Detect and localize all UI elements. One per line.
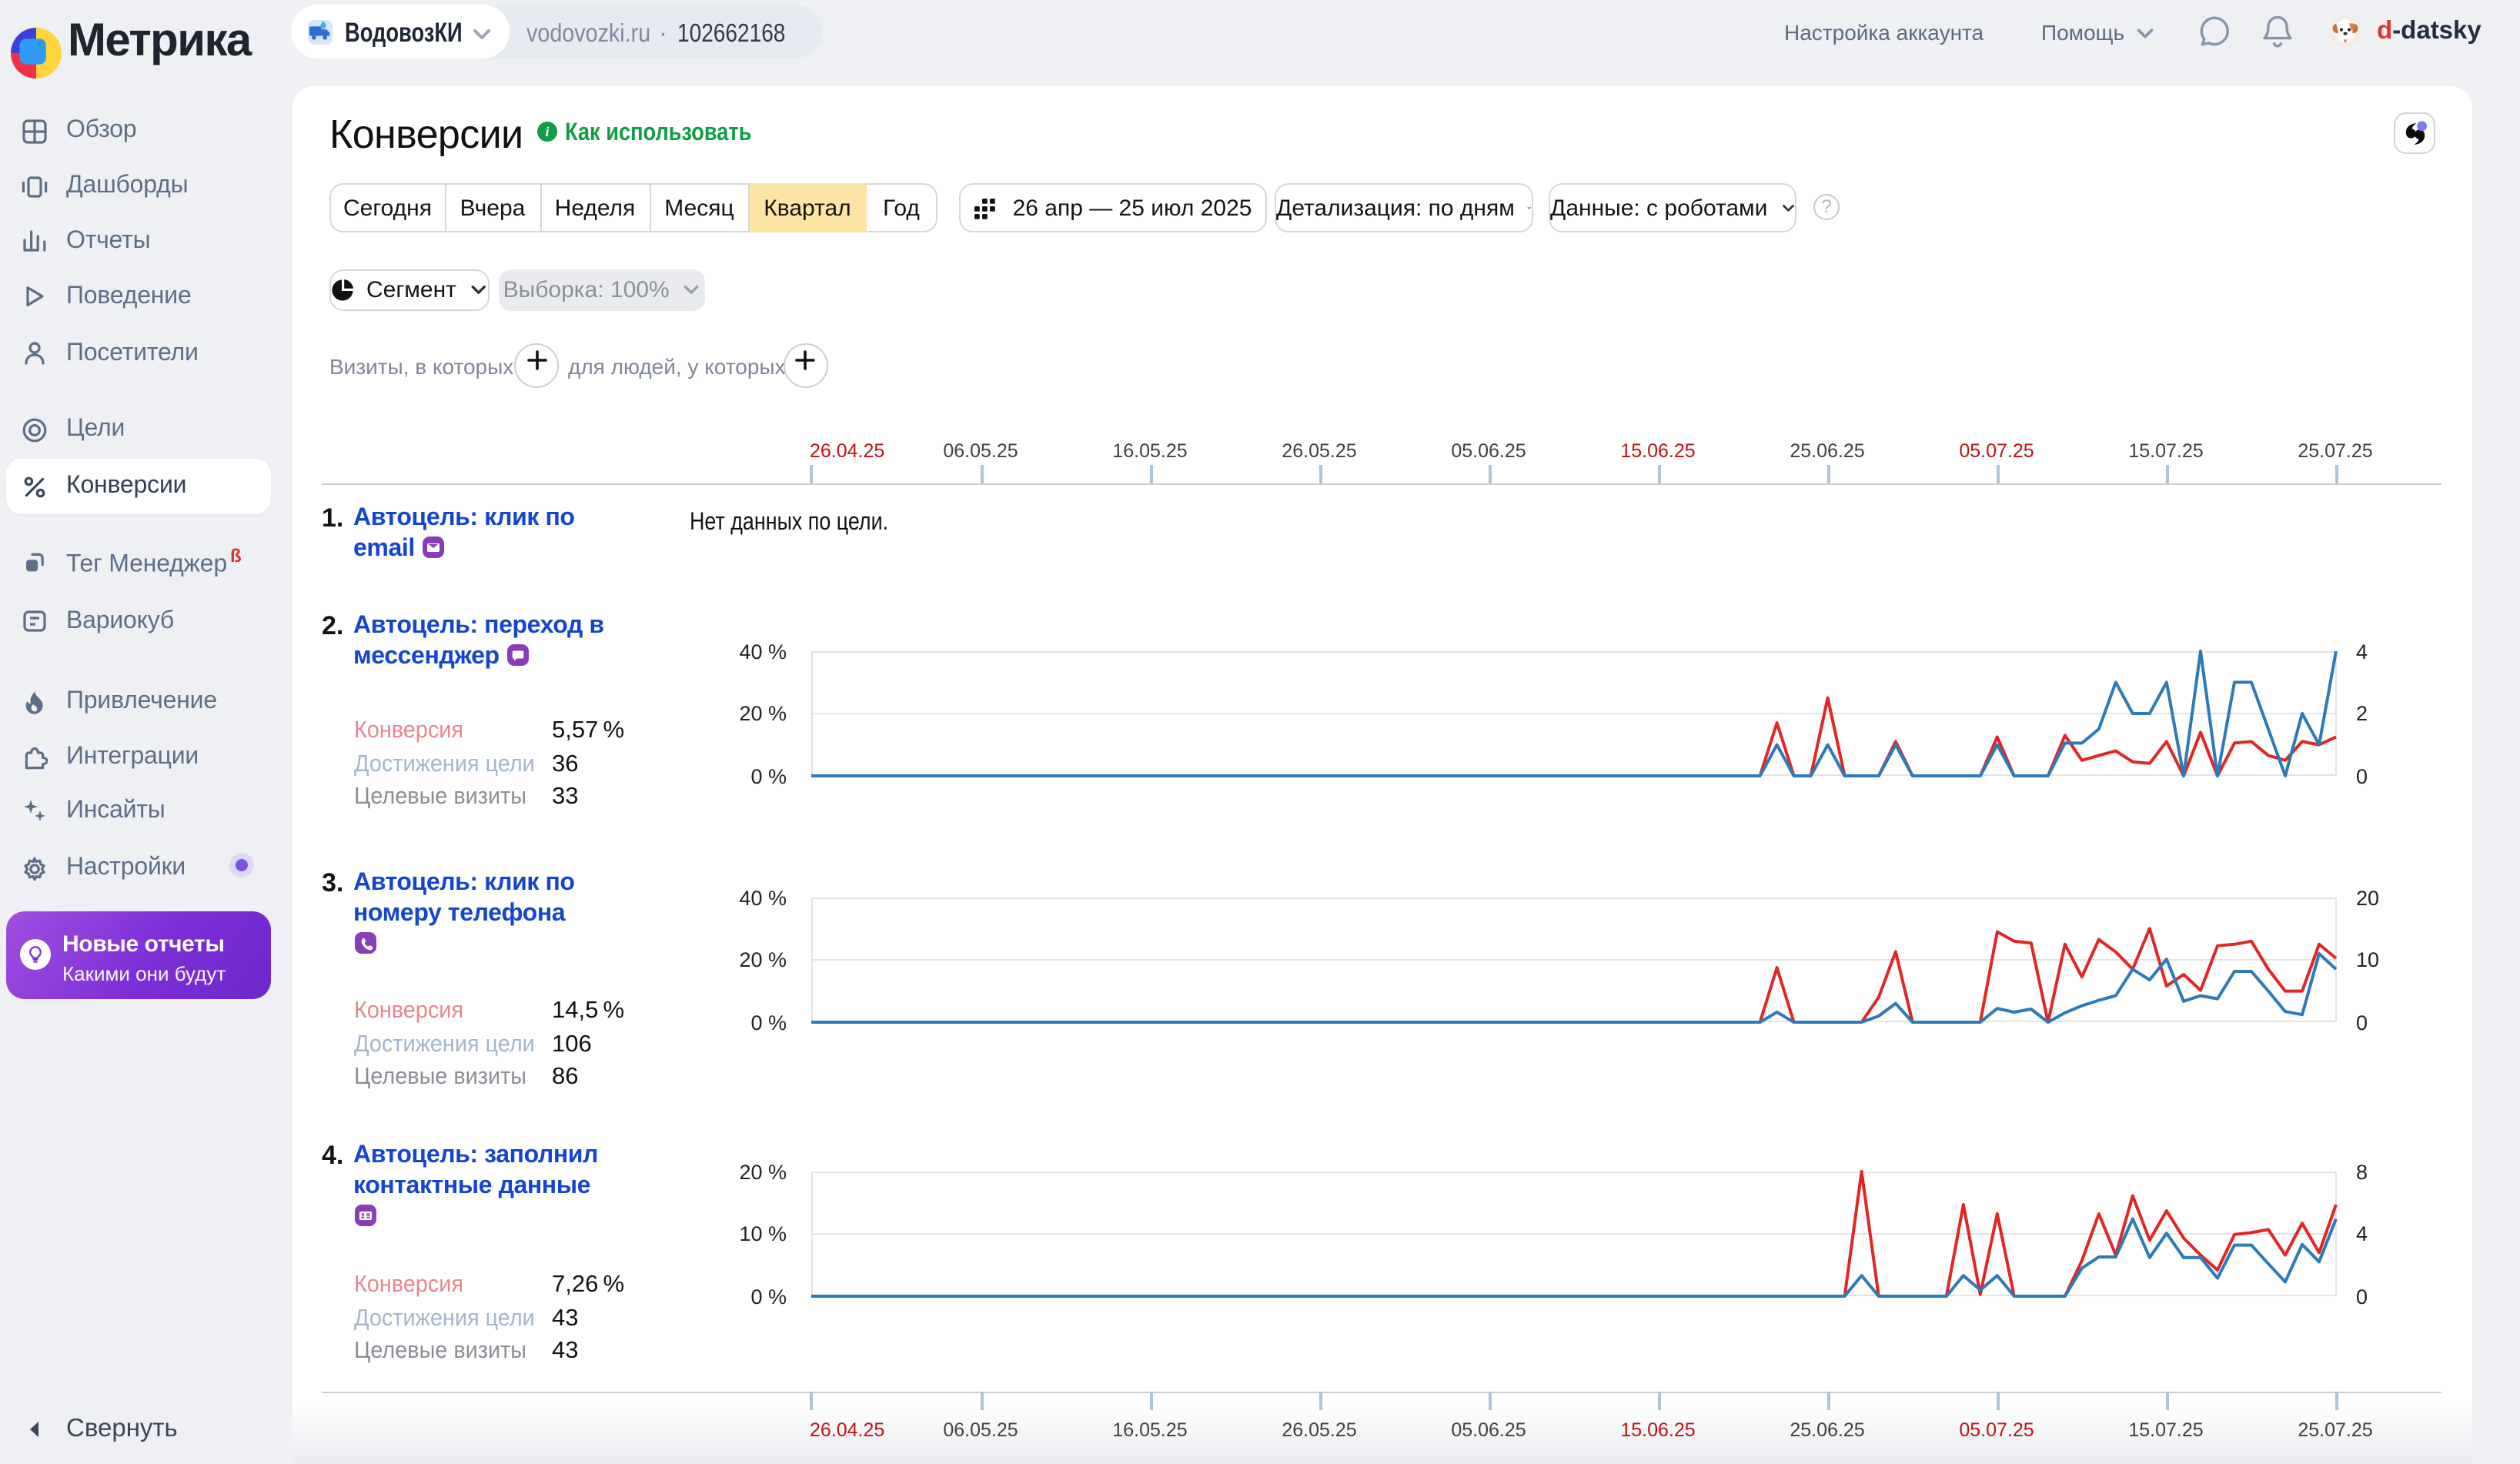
svg-text:i: i bbox=[545, 124, 549, 139]
